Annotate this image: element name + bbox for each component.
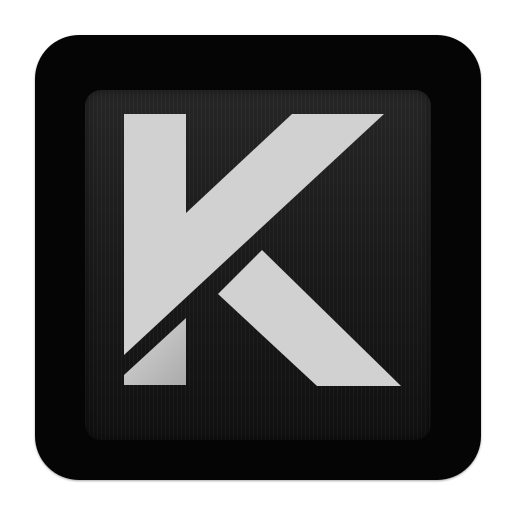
k-logo-icon: [124, 114, 401, 386]
k-leg: [218, 250, 401, 386]
